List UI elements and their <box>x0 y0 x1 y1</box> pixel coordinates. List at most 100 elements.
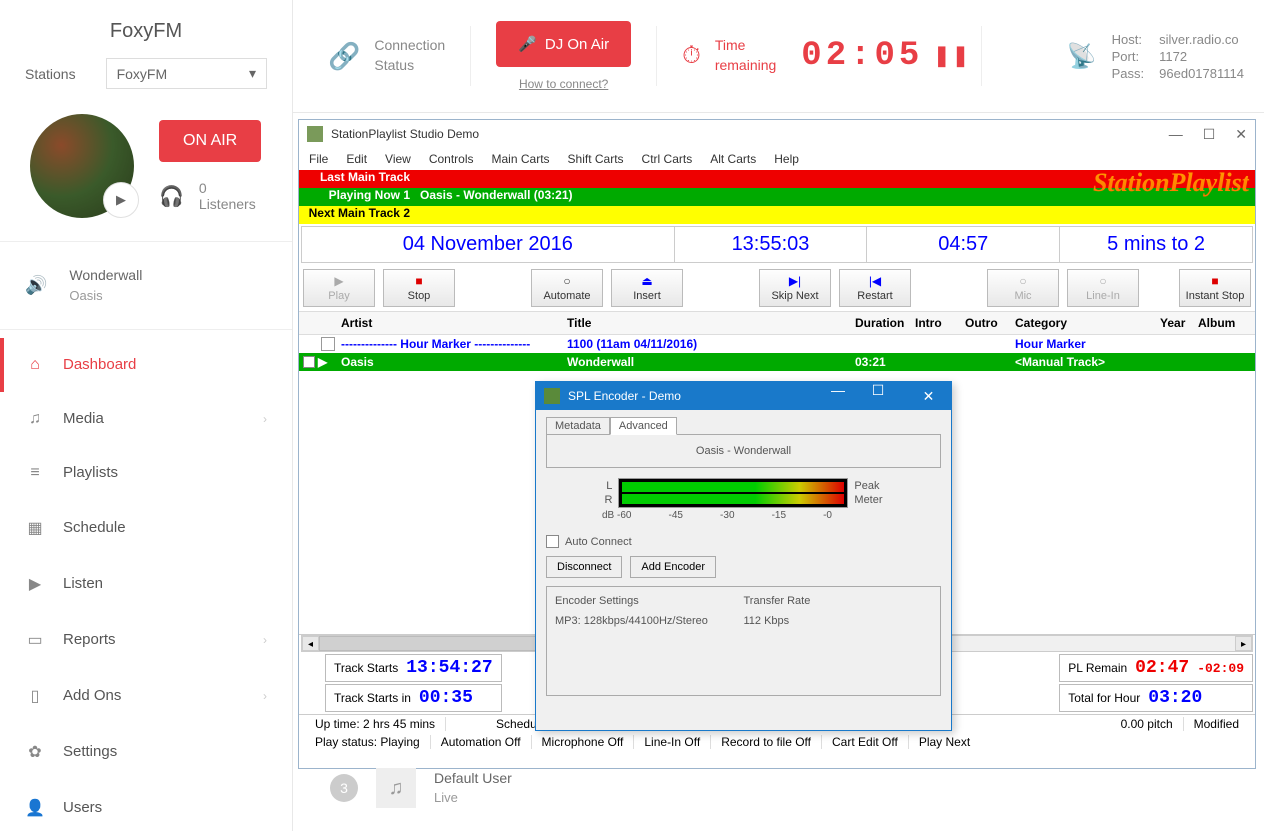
col-outro[interactable]: Outro <box>965 316 1015 330</box>
status-linein: Line-In Off <box>634 735 711 749</box>
menu-help[interactable]: Help <box>774 152 799 166</box>
bottom-user-row[interactable]: 3 ♫ Default User Live <box>330 768 512 808</box>
caret-down-icon: ▾ <box>249 65 256 82</box>
menu-controls[interactable]: Controls <box>429 152 474 166</box>
stop-square-icon: ■ <box>415 274 422 288</box>
disconnect-button[interactable]: Disconnect <box>546 556 622 578</box>
encoder-settings-value: MP3: 128kbps/44100Hz/Stereo <box>555 615 744 627</box>
spl-app-icon <box>307 126 323 142</box>
stop-button[interactable]: ■Stop <box>383 269 455 307</box>
nav-listen[interactable]: ▶Listen <box>0 556 292 612</box>
home-icon: ⌂ <box>25 356 45 374</box>
col-duration[interactable]: Duration <box>855 316 915 330</box>
col-title[interactable]: Title <box>567 316 855 330</box>
spl-titlebar[interactable]: StationPlaylist Studio Demo ― ☐ ✕ <box>299 120 1255 148</box>
calendar-icon: ▦ <box>25 518 45 538</box>
automate-button[interactable]: ○Automate <box>531 269 603 307</box>
how-to-connect-link[interactable]: How to connect? <box>519 77 608 91</box>
encoder-app-icon <box>544 388 560 404</box>
instant-stop-button[interactable]: ■Instant Stop <box>1179 269 1251 307</box>
phone-icon: ▯ <box>25 686 45 706</box>
nav-reports[interactable]: ▭Reports› <box>0 612 292 668</box>
autoconnect-checkbox[interactable] <box>546 535 559 548</box>
headphones-icon: 🎧 <box>159 184 184 209</box>
restart-button[interactable]: |◀Restart <box>839 269 911 307</box>
mic-button[interactable]: ○Mic <box>987 269 1059 307</box>
col-intro[interactable]: Intro <box>915 316 965 330</box>
col-album[interactable]: Album <box>1198 316 1255 330</box>
nav-playlists[interactable]: ≡Playlists <box>0 446 292 500</box>
table-row[interactable]: -------------- Hour Marker -------------… <box>299 335 1255 353</box>
menu-edit[interactable]: Edit <box>346 152 367 166</box>
dj-on-air-button[interactable]: 🎤 DJ On Air <box>496 21 631 67</box>
nav-schedule[interactable]: ▦Schedule <box>0 500 292 556</box>
maximize-button[interactable]: ☐ <box>1203 126 1216 143</box>
menu-maincarts[interactable]: Main Carts <box>492 152 550 166</box>
encoder-maximize[interactable]: ☐ <box>858 382 898 410</box>
stop-square-icon: ■ <box>1211 274 1218 288</box>
encoder-close[interactable]: ✕ <box>906 382 951 410</box>
status-automation: Automation Off <box>431 735 532 749</box>
encoder-settings-label: Encoder Settings <box>555 595 744 607</box>
avatar-play-button[interactable]: ▶ <box>103 182 139 218</box>
encoder-titlebar[interactable]: SPL Encoder - Demo ― ☐ ✕ <box>536 382 951 410</box>
listeners-count: 0 <box>199 180 256 196</box>
time-label-1: Time <box>715 36 776 56</box>
host-label: Host: <box>1112 32 1145 47</box>
col-year[interactable]: Year <box>1160 316 1198 330</box>
menu-view[interactable]: View <box>385 152 411 166</box>
nowplaying-title: Wonderwall <box>69 265 142 286</box>
nav-dashboard[interactable]: ⌂Dashboard <box>0 338 292 392</box>
transfer-rate-label: Transfer Rate <box>744 595 933 607</box>
status-modified: Modified <box>1184 717 1249 731</box>
now-playing-label: Playing Now 1 <box>299 188 414 206</box>
pass-label: Pass: <box>1112 66 1145 81</box>
nav-media[interactable]: ♫Media› <box>0 392 292 446</box>
circle-icon: ○ <box>1099 274 1106 288</box>
encoder-minimize[interactable]: ― <box>818 382 858 410</box>
encoder-nowplaying: Oasis - Wonderwall <box>546 434 941 468</box>
dj-label: DJ On Air <box>545 36 609 53</box>
antenna-icon: 📡 <box>1067 42 1097 71</box>
close-button[interactable]: ✕ <box>1235 126 1247 143</box>
skip-next-button[interactable]: ▶|Skip Next <box>759 269 831 307</box>
nav-addons[interactable]: ▯Add Ons› <box>0 668 292 724</box>
col-category[interactable]: Category <box>1015 316 1160 330</box>
spl-toolbar: ▶Play ■Stop ○Automate ⏏Insert ▶|Skip Nex… <box>299 265 1255 311</box>
encoder-title: SPL Encoder - Demo <box>568 389 818 403</box>
track-starts-box: Track Starts13:54:27 <box>325 654 502 682</box>
track-starts-in-box: Track Starts in00:35 <box>325 684 502 712</box>
menu-shiftcarts[interactable]: Shift Carts <box>568 152 624 166</box>
tab-advanced[interactable]: Advanced <box>610 417 677 435</box>
list-icon: ≡ <box>25 464 45 482</box>
chart-icon: ▭ <box>25 630 45 650</box>
spl-title: StationPlaylist Studio Demo <box>331 127 1169 141</box>
port-value: 1172 <box>1159 49 1244 64</box>
on-air-button[interactable]: ON AIR <box>159 120 261 162</box>
table-row[interactable]: ▶ Oasis Wonderwall 03:21 <Manual Track> <box>299 353 1255 371</box>
status-pitch: 0.00 pitch <box>1111 717 1184 731</box>
station-select[interactable]: FoxyFM ▾ <box>106 58 267 89</box>
tab-metadata[interactable]: Metadata <box>546 417 610 435</box>
play-tri-icon: ▶ <box>334 274 343 288</box>
scroll-right-icon[interactable]: ▸ <box>1235 636 1252 651</box>
skip-prev-icon: |◀ <box>869 274 881 288</box>
music-icon: ♫ <box>25 410 45 428</box>
play-button[interactable]: ▶Play <box>303 269 375 307</box>
station-title: FoxyFM <box>25 20 267 43</box>
col-artist[interactable]: Artist <box>335 316 567 330</box>
menu-altcarts[interactable]: Alt Carts <box>710 152 756 166</box>
time-remaining-clock: 02:05 ❚❚ <box>801 37 971 75</box>
scroll-left-icon[interactable]: ◂ <box>302 636 319 651</box>
stations-label: Stations <box>25 66 76 82</box>
nav-settings[interactable]: ✿Settings <box>0 724 292 780</box>
row-checkbox[interactable] <box>303 356 315 368</box>
music-note-icon: ♫ <box>376 768 416 808</box>
minimize-button[interactable]: ― <box>1169 126 1183 143</box>
menu-file[interactable]: File <box>309 152 328 166</box>
nav-users[interactable]: 👤Users <box>0 780 292 836</box>
add-encoder-button[interactable]: Add Encoder <box>630 556 716 578</box>
menu-ctrlcarts[interactable]: Ctrl Carts <box>642 152 693 166</box>
linein-button[interactable]: ○Line-In <box>1067 269 1139 307</box>
insert-button[interactable]: ⏏Insert <box>611 269 683 307</box>
